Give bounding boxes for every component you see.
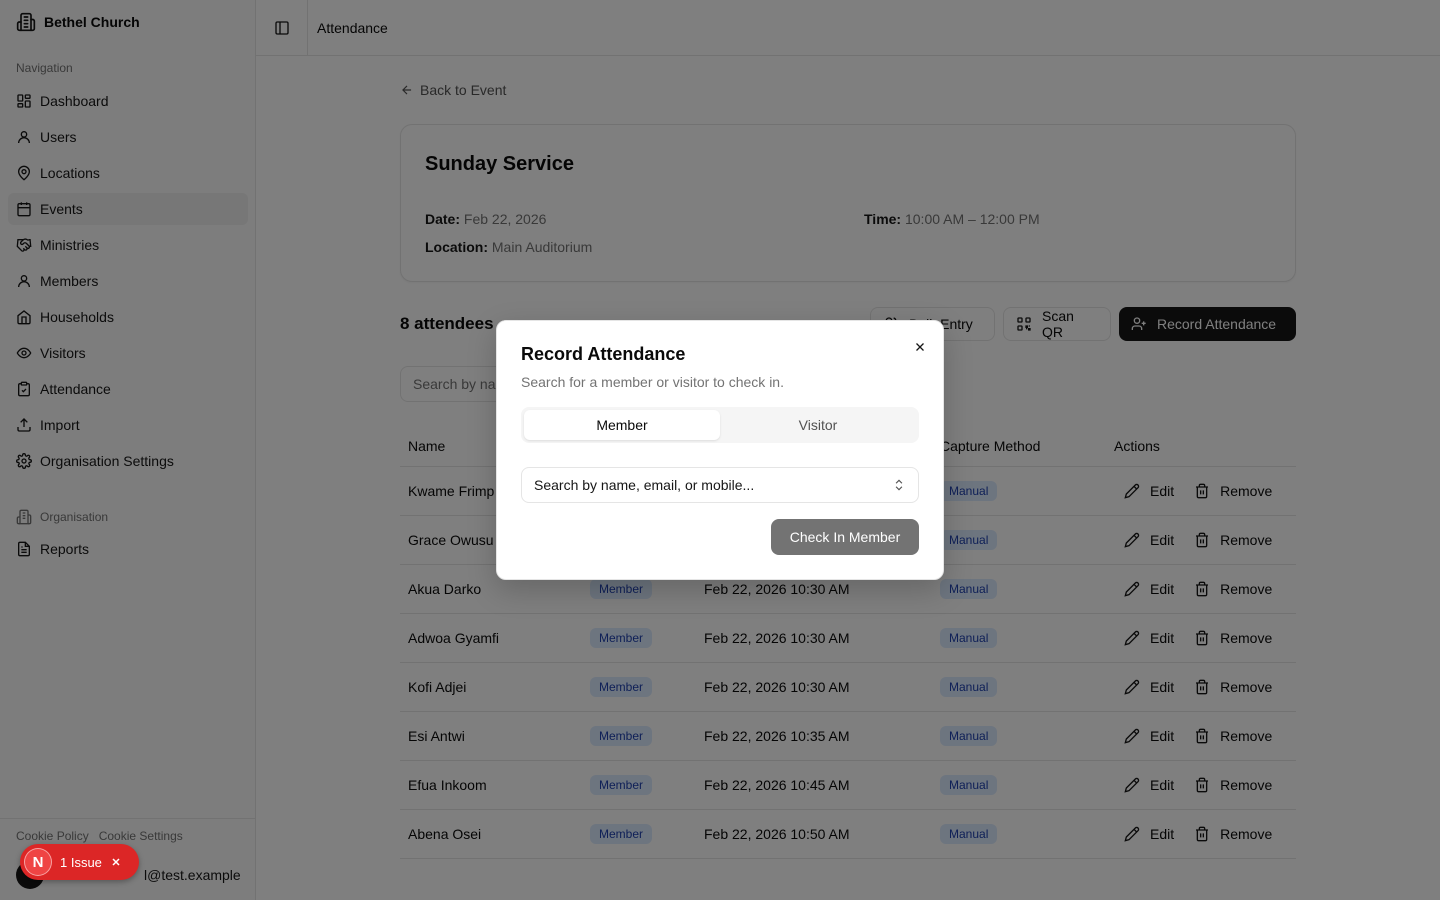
issue-count: 1 Issue <box>60 854 102 870</box>
close-icon <box>913 340 927 354</box>
issue-logo-badge: N <box>24 848 52 876</box>
combobox-placeholder: Search by name, email, or mobile... <box>534 477 755 493</box>
member-search-combobox[interactable]: Search by name, email, or mobile... <box>521 467 919 503</box>
tab-visitor[interactable]: Visitor <box>720 410 916 440</box>
close-dialog-button[interactable] <box>910 337 930 357</box>
close-icon[interactable] <box>110 856 122 868</box>
chevrons-up-down-icon <box>892 478 906 492</box>
checkin-type-tabs: Member Visitor <box>521 407 919 443</box>
dialog-title: Record Attendance <box>521 344 686 364</box>
record-attendance-dialog: Record Attendance Search for a member or… <box>496 320 944 580</box>
check-in-member-button[interactable]: Check In Member <box>771 519 919 555</box>
issues-badge[interactable]: N 1 Issue <box>20 844 139 880</box>
tab-member[interactable]: Member <box>524 410 720 440</box>
dialog-description: Search for a member or visitor to check … <box>521 374 784 390</box>
